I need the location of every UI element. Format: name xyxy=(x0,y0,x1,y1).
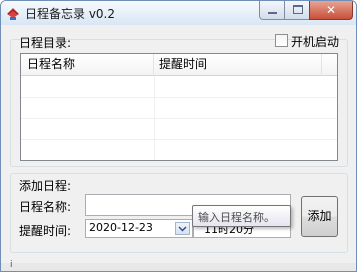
minimize-icon xyxy=(268,12,277,14)
checkbox-icon[interactable] xyxy=(275,34,288,47)
maximize-icon xyxy=(293,5,303,14)
add-button[interactable]: 添加 xyxy=(301,196,338,237)
date-picker[interactable]: 2020-12-23 xyxy=(85,219,193,238)
autostart-checkbox[interactable]: 开机启动 xyxy=(275,33,345,49)
grid-line xyxy=(21,97,337,98)
app-window: 日程备忘录 v0.2 ✕ 日程目录: 开机启动 日程名称 提醒时间 添加日程: … xyxy=(0,0,357,272)
schedule-list-label: 日程目录: xyxy=(19,36,72,50)
date-value: 2020-12-23 xyxy=(89,221,153,234)
time-label: 提醒时间: xyxy=(19,224,72,238)
window-bottom-edge xyxy=(1,263,356,271)
list-header: 日程名称 提醒时间 xyxy=(21,54,337,76)
status-mark: i xyxy=(10,260,13,270)
maximize-button[interactable] xyxy=(284,1,310,20)
grid-line xyxy=(21,118,337,119)
grid-line xyxy=(21,139,337,140)
column-header-name[interactable]: 日程名称 xyxy=(21,54,154,76)
calendar-icon xyxy=(178,226,187,232)
reminder-app-icon xyxy=(7,8,19,20)
close-icon: ✕ xyxy=(325,3,337,17)
minimize-button[interactable] xyxy=(259,1,285,20)
calendar-dropdown-button[interactable] xyxy=(175,222,190,235)
column-header-time[interactable]: 提醒时间 xyxy=(154,54,322,76)
close-button[interactable]: ✕ xyxy=(309,1,353,20)
autostart-label: 开机启动 xyxy=(291,35,340,49)
tooltip-text: 输入日程名称。 xyxy=(198,211,275,224)
name-label: 日程名称: xyxy=(19,200,72,214)
schedule-list[interactable]: 日程名称 提醒时间 xyxy=(20,53,338,161)
add-schedule-label: 添加日程: xyxy=(19,179,72,193)
window-title: 日程备忘录 v0.2 xyxy=(25,7,116,21)
name-input-tooltip: 输入日程名称。 xyxy=(192,205,291,227)
